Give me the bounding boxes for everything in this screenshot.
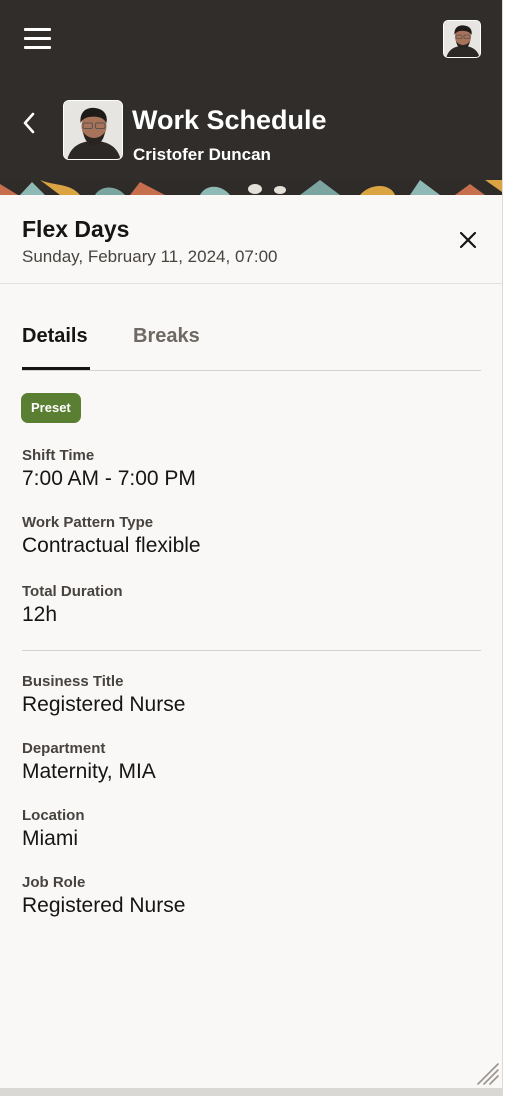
tab-bar: Details Breaks xyxy=(22,315,481,371)
location-label: Location xyxy=(22,807,85,824)
drawer-date: Sunday, February 11, 2024, 07:00 xyxy=(22,247,278,266)
window-bottom-edge xyxy=(0,1088,502,1096)
scrollbar[interactable] xyxy=(502,0,514,1096)
section-divider xyxy=(22,650,481,651)
close-icon xyxy=(459,231,477,249)
page-title: Work Schedule xyxy=(132,105,327,135)
resize-grip-icon[interactable] xyxy=(474,1060,500,1086)
status-badge: Preset xyxy=(21,393,81,423)
app-window: Work Schedule Cristofer Duncan Flex Days… xyxy=(0,0,502,1088)
total-duration-value: 12h xyxy=(22,603,58,626)
drawer-title: Flex Days xyxy=(22,216,130,242)
chevron-left-icon xyxy=(23,112,35,134)
work-pattern-type-label: Work Pattern Type xyxy=(22,514,154,531)
active-tab-indicator xyxy=(22,367,90,370)
user-avatar[interactable] xyxy=(443,20,481,58)
tab-details[interactable]: Details xyxy=(22,323,88,349)
location-value: Miami xyxy=(22,827,78,850)
employee-name: Cristofer Duncan xyxy=(133,145,271,164)
tab-breaks[interactable]: Breaks xyxy=(133,323,200,349)
shift-time-label: Shift Time xyxy=(22,447,95,464)
department-label: Department xyxy=(22,740,106,757)
work-pattern-type-value: Contractual flexible xyxy=(22,534,201,557)
job-role-label: Job Role xyxy=(22,874,86,891)
page-header: Work Schedule Cristofer Duncan xyxy=(0,0,502,195)
business-title-value: Registered Nurse xyxy=(22,693,186,716)
department-value: Maternity, MIA xyxy=(22,760,156,783)
close-button[interactable] xyxy=(455,227,481,253)
total-duration-label: Total Duration xyxy=(22,583,123,600)
hamburger-icon[interactable] xyxy=(24,28,52,50)
job-role-value: Registered Nurse xyxy=(22,894,186,917)
business-title-label: Business Title xyxy=(22,673,124,690)
employee-avatar xyxy=(63,100,123,160)
back-button[interactable] xyxy=(18,108,40,138)
decorative-banner xyxy=(0,180,502,195)
shift-time-value: 7:00 AM - 7:00 PM xyxy=(22,467,196,490)
drawer-header: Flex Days Sunday, February 11, 2024, 07:… xyxy=(0,203,502,284)
